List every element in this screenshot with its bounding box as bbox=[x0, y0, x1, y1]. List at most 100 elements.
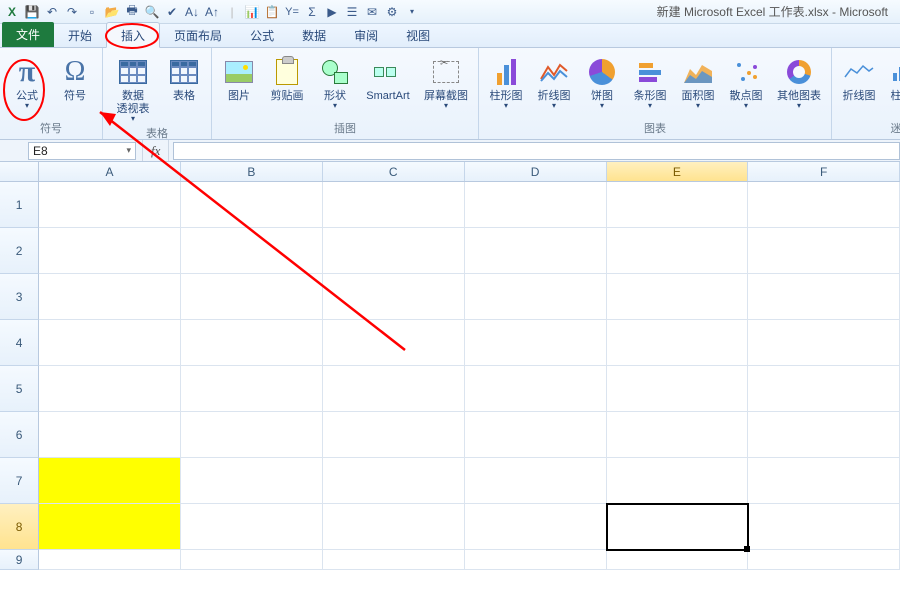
spell-icon[interactable]: ✔ bbox=[164, 4, 180, 20]
cell-E9[interactable] bbox=[607, 550, 749, 570]
qat-dropdown-icon[interactable]: ▾ bbox=[404, 4, 420, 20]
col-header-a[interactable]: A bbox=[39, 162, 181, 181]
new-icon[interactable]: ▫ bbox=[84, 4, 100, 20]
cell-F4[interactable] bbox=[748, 320, 900, 366]
cell-A5[interactable] bbox=[39, 366, 181, 412]
sortasc-icon[interactable]: A↓ bbox=[184, 4, 200, 20]
tab-insert[interactable]: 插入 bbox=[106, 22, 160, 48]
tab-data[interactable]: 数据 bbox=[288, 23, 340, 47]
cell-A3[interactable] bbox=[39, 274, 181, 320]
cell-F3[interactable] bbox=[748, 274, 900, 320]
tab-file[interactable]: 文件 bbox=[2, 22, 54, 47]
row-header-8[interactable]: 8 bbox=[0, 504, 39, 550]
row-header-2[interactable]: 2 bbox=[0, 228, 39, 274]
cell-A8[interactable] bbox=[39, 504, 181, 550]
cell-E7[interactable] bbox=[607, 458, 749, 504]
scatterchart-button[interactable]: 散点图 ▾ bbox=[725, 52, 767, 110]
cell-F6[interactable] bbox=[748, 412, 900, 458]
tab-layout[interactable]: 页面布局 bbox=[160, 23, 236, 47]
filter-icon[interactable]: Y= bbox=[284, 4, 300, 20]
macro-icon[interactable]: ▶ bbox=[324, 4, 340, 20]
row-header-6[interactable]: 6 bbox=[0, 412, 39, 458]
cell-F8[interactable] bbox=[748, 504, 900, 550]
undo-icon[interactable]: ↶ bbox=[44, 4, 60, 20]
mail-icon[interactable]: ✉ bbox=[364, 4, 380, 20]
cell-D4[interactable] bbox=[465, 320, 607, 366]
tab-home[interactable]: 开始 bbox=[54, 23, 106, 47]
barchart-button[interactable]: 条形图 ▾ bbox=[629, 52, 671, 110]
cell-C6[interactable] bbox=[323, 412, 465, 458]
screenshot-button[interactable]: 屏幕截图 ▾ bbox=[420, 52, 472, 110]
cell-C5[interactable] bbox=[323, 366, 465, 412]
cell-B1[interactable] bbox=[181, 182, 323, 228]
col-header-f[interactable]: F bbox=[748, 162, 900, 181]
cell-A2[interactable] bbox=[39, 228, 181, 274]
col-header-e[interactable]: E bbox=[607, 162, 749, 181]
cell-E2[interactable] bbox=[607, 228, 749, 274]
cell-B5[interactable] bbox=[181, 366, 323, 412]
cell-F1[interactable] bbox=[748, 182, 900, 228]
formula-input[interactable] bbox=[173, 142, 900, 160]
cell-B6[interactable] bbox=[181, 412, 323, 458]
cell-B4[interactable] bbox=[181, 320, 323, 366]
cell-F9[interactable] bbox=[748, 550, 900, 570]
cell-A7[interactable] bbox=[39, 458, 181, 504]
cell-D7[interactable] bbox=[465, 458, 607, 504]
form-icon[interactable]: ☰ bbox=[344, 4, 360, 20]
table-button[interactable]: 表格 bbox=[163, 52, 205, 103]
redo-icon[interactable]: ↷ bbox=[64, 4, 80, 20]
symbol-button[interactable]: Ω 符号 bbox=[54, 52, 96, 103]
cell-F7[interactable] bbox=[748, 458, 900, 504]
tab-review[interactable]: 审阅 bbox=[340, 23, 392, 47]
cell-C1[interactable] bbox=[323, 182, 465, 228]
preview-icon[interactable]: 🔍 bbox=[144, 4, 160, 20]
linechart-button[interactable]: 折线图 ▾ bbox=[533, 52, 575, 110]
cell-C7[interactable] bbox=[323, 458, 465, 504]
chevron-down-icon[interactable]: ▾ bbox=[126, 145, 131, 156]
cell-A4[interactable] bbox=[39, 320, 181, 366]
name-box[interactable]: E8 ▾ bbox=[28, 142, 136, 160]
col-header-c[interactable]: C bbox=[323, 162, 465, 181]
cell-E5[interactable] bbox=[607, 366, 749, 412]
cell-C9[interactable] bbox=[323, 550, 465, 570]
save-icon[interactable]: 💾 bbox=[24, 4, 40, 20]
cell-C8[interactable] bbox=[323, 504, 465, 550]
row-header-4[interactable]: 4 bbox=[0, 320, 39, 366]
row-header-7[interactable]: 7 bbox=[0, 458, 39, 504]
row-header-1[interactable]: 1 bbox=[0, 182, 39, 228]
cell-F2[interactable] bbox=[748, 228, 900, 274]
open-icon[interactable]: 📂 bbox=[104, 4, 120, 20]
cell-D6[interactable] bbox=[465, 412, 607, 458]
cell-A6[interactable] bbox=[39, 412, 181, 458]
areachart-button[interactable]: 面积图 ▾ bbox=[677, 52, 719, 110]
chart-icon[interactable]: 📊 bbox=[244, 4, 260, 20]
cell-C3[interactable] bbox=[323, 274, 465, 320]
row-header-3[interactable]: 3 bbox=[0, 274, 39, 320]
cell-D2[interactable] bbox=[465, 228, 607, 274]
cell-B8[interactable] bbox=[181, 504, 323, 550]
sparkline-button[interactable]: 折线图 bbox=[838, 52, 880, 103]
cell-E6[interactable] bbox=[607, 412, 749, 458]
smartart-button[interactable]: SmartArt bbox=[362, 52, 414, 103]
calc-icon[interactable]: Σ bbox=[304, 4, 320, 20]
cell-E8[interactable] bbox=[607, 504, 749, 550]
cell-B9[interactable] bbox=[181, 550, 323, 570]
clipart-button[interactable]: 剪贴画 bbox=[266, 52, 308, 103]
piechart-button[interactable]: 饼图 ▾ bbox=[581, 52, 623, 110]
shapes-button[interactable]: 形状 ▾ bbox=[314, 52, 356, 110]
col-header-b[interactable]: B bbox=[181, 162, 323, 181]
cell-E4[interactable] bbox=[607, 320, 749, 366]
props-icon[interactable]: ⚙ bbox=[384, 4, 400, 20]
tab-formulas[interactable]: 公式 bbox=[236, 23, 288, 47]
cell-D9[interactable] bbox=[465, 550, 607, 570]
cell-D5[interactable] bbox=[465, 366, 607, 412]
pivottable-button[interactable]: 数据 透视表 ▾ bbox=[109, 52, 157, 123]
row-header-9[interactable]: 9 bbox=[0, 550, 39, 570]
cell-A1[interactable] bbox=[39, 182, 181, 228]
cell-D1[interactable] bbox=[465, 182, 607, 228]
cell-B3[interactable] bbox=[181, 274, 323, 320]
fx-label[interactable]: fx bbox=[142, 140, 169, 161]
sparkcolumn-button[interactable]: 柱形图 bbox=[886, 52, 900, 103]
cell-B2[interactable] bbox=[181, 228, 323, 274]
quickprint-icon[interactable]: 🖶 bbox=[124, 4, 140, 20]
